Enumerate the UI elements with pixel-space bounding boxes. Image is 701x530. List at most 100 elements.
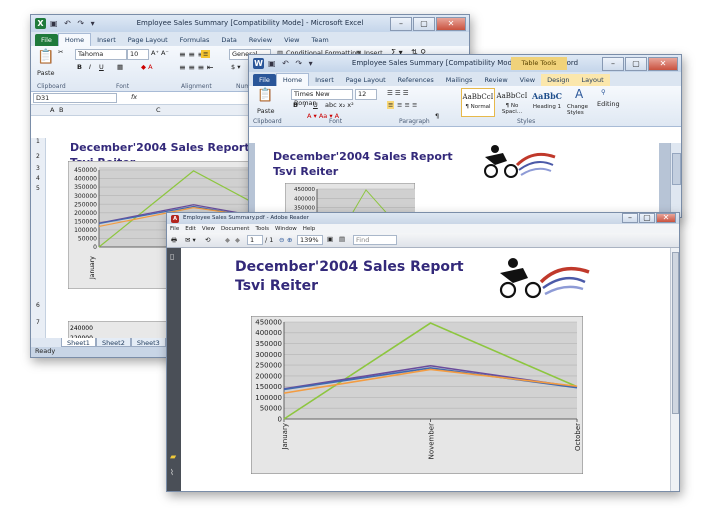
prev-page-icon[interactable]: ◆ (225, 236, 230, 244)
word-vertical-scrollbar[interactable] (670, 143, 681, 217)
align-left-icon[interactable]: ≡ (387, 101, 395, 109)
word-font-name-select[interactable]: Times New Roman (291, 89, 353, 107)
wrap-text-icon[interactable]: ≡ (201, 50, 211, 58)
maximize-icon[interactable]: ▢ (625, 57, 647, 71)
style-no-spacing[interactable]: AaBbCcI ¶ No Spaci... (495, 88, 529, 115)
excel-tab-home[interactable]: Home (57, 33, 92, 46)
email-icon[interactable]: ✉ ▾ (185, 236, 196, 244)
underline-icon[interactable]: U (99, 63, 104, 71)
paste-icon[interactable]: 📋 (257, 88, 273, 103)
fit-width-icon[interactable]: ▤ (339, 235, 345, 243)
style-heading-1[interactable]: AaBbC Heading 1 (531, 88, 563, 115)
reader-menu-file[interactable]: File (170, 226, 179, 232)
fx-icon[interactable]: fx (131, 93, 137, 101)
currency-icon[interactable]: $ ▾ (231, 63, 240, 71)
word-tab-file[interactable]: File (253, 74, 276, 86)
excel-tab-formulas[interactable]: Formulas (174, 34, 216, 46)
excel-paste-label[interactable]: Paste (37, 69, 55, 77)
row-header[interactable]: 5 (36, 185, 40, 192)
close-icon[interactable]: ✕ (648, 57, 678, 71)
minimize-icon[interactable]: – (622, 213, 638, 223)
underline-icon[interactable]: U (313, 101, 318, 109)
reader-menu-edit[interactable]: Edit (185, 226, 196, 232)
reader-menu-view[interactable]: View (202, 226, 215, 232)
pages-panel-icon[interactable]: ▯ (170, 252, 174, 261)
reader-window[interactable]: A Employee Sales Summary.pdf - Adobe Rea… (166, 212, 680, 492)
bold-icon[interactable]: B (77, 63, 82, 71)
sheet-tab-sheet3[interactable]: Sheet3 (130, 338, 166, 347)
sheet-tab-sheet2[interactable]: Sheet2 (95, 338, 131, 347)
reader-app-icon[interactable]: A (171, 214, 179, 223)
excel-tab-team[interactable]: Team (306, 34, 335, 46)
pilcrow-icon[interactable]: ¶ (435, 112, 439, 120)
zoom-out-icon[interactable]: ⊖ (279, 236, 284, 244)
reader-chart[interactable]: 0 50000 100000 150000 200000 250000 300000 3500… (251, 316, 583, 474)
italic-icon[interactable]: I (304, 101, 306, 109)
style-normal[interactable]: AaBbCcI ¶ Normal (461, 88, 495, 117)
reader-menu-help[interactable]: Help (303, 226, 316, 232)
zoom-in-icon[interactable]: ⊕ (287, 236, 292, 244)
row-header[interactable]: 1 (36, 138, 40, 145)
minimize-icon[interactable]: – (602, 57, 624, 71)
excel-font-size-select[interactable]: 10 (127, 49, 149, 60)
excel-font-name-select[interactable]: Tahoma (75, 49, 127, 60)
word-tab-layout[interactable]: Layout (575, 74, 610, 86)
row-header[interactable]: 4 (36, 175, 40, 182)
cut-icon[interactable]: ✂ (58, 48, 63, 56)
close-icon[interactable]: ✕ (436, 17, 466, 31)
print-icon[interactable]: 🖶 (171, 236, 177, 247)
bold-icon[interactable]: B (293, 101, 298, 109)
word-tab-references[interactable]: References (392, 74, 440, 86)
excel-tab-insert[interactable]: Insert (91, 34, 122, 46)
word-tab-review[interactable]: Review (478, 74, 513, 86)
change-styles-icon[interactable]: A (575, 87, 583, 101)
next-page-icon[interactable]: ◆ (235, 236, 240, 244)
attachments-icon[interactable]: ⌇ (170, 468, 174, 477)
reader-vertical-scrollbar[interactable] (670, 248, 679, 491)
collaborate-icon[interactable]: ⟲ (205, 236, 210, 244)
editing-icon[interactable]: ⚲ (601, 88, 606, 96)
word-tab-mailings[interactable]: Mailings (440, 74, 479, 86)
comments-icon[interactable]: ▰ (170, 452, 176, 461)
align-center-icons[interactable]: ≡ ≡ ≡ ⇤ (179, 63, 213, 72)
row-header[interactable]: 7 (36, 319, 40, 326)
row-header[interactable]: 6 (36, 302, 40, 309)
reader-scroll-thumb[interactable] (672, 252, 679, 414)
close-icon[interactable]: ✕ (656, 213, 676, 223)
minimize-icon[interactable]: – (390, 17, 412, 31)
word-tab-insert[interactable]: Insert (309, 74, 340, 86)
col-header-b[interactable]: B (59, 106, 63, 114)
fit-page-icon[interactable]: ▣ (327, 235, 333, 243)
word-window[interactable]: W ▣ ↶ ↷ ▾ Employee Sales Summary [Compat… (248, 54, 682, 218)
italic-icon[interactable]: I (89, 63, 91, 71)
excel-tab-view[interactable]: View (278, 34, 305, 46)
reader-menu-window[interactable]: Window (275, 226, 297, 232)
row-header[interactable]: 3 (36, 165, 40, 172)
zoom-select[interactable]: 139% (297, 235, 323, 245)
reader-titlebar[interactable]: A Employee Sales Summary.pdf - Adobe Rea… (167, 213, 679, 224)
row-header[interactable]: 2 (36, 153, 40, 160)
excel-titlebar[interactable]: X ▣ ↶ ↷ ▾ Employee Sales Summary [Compat… (31, 15, 469, 32)
fill-color-icon[interactable]: ◆ A (141, 63, 153, 71)
excel-tab-file[interactable]: File (35, 34, 58, 46)
paste-icon[interactable]: 📋 (37, 49, 54, 65)
word-tab-design[interactable]: Design (541, 74, 576, 86)
grow-font-icon[interactable]: A⁺ A⁻ (151, 49, 169, 57)
bullets-icon[interactable]: ☰ ☰ ☰ (387, 89, 409, 97)
excel-tab-review[interactable]: Review (243, 34, 278, 46)
excel-tab-page-layout[interactable]: Page Layout (122, 34, 174, 46)
sheet-tab-sheet1[interactable]: Sheet1 (61, 338, 96, 347)
maximize-icon[interactable]: ▢ (639, 213, 655, 223)
word-titlebar[interactable]: W ▣ ↶ ↷ ▾ Employee Sales Summary [Compat… (249, 55, 681, 72)
word-tab-view[interactable]: View (514, 74, 541, 86)
word-tab-home[interactable]: Home (275, 73, 310, 86)
page-number-input[interactable]: 1 (247, 235, 263, 245)
word-tab-page-layout[interactable]: Page Layout (340, 74, 392, 86)
find-input[interactable]: Find (353, 235, 397, 245)
col-header-c[interactable]: C (156, 106, 161, 114)
align-icons[interactable]: ≡ ≡ ≡ (397, 101, 417, 109)
word-font-size-select[interactable]: 12 (355, 89, 377, 100)
reader-menu-document[interactable]: Document (221, 226, 250, 232)
col-header-a[interactable]: A (50, 106, 54, 114)
strikethrough-icon[interactable]: abc x₂ x² (325, 101, 354, 109)
